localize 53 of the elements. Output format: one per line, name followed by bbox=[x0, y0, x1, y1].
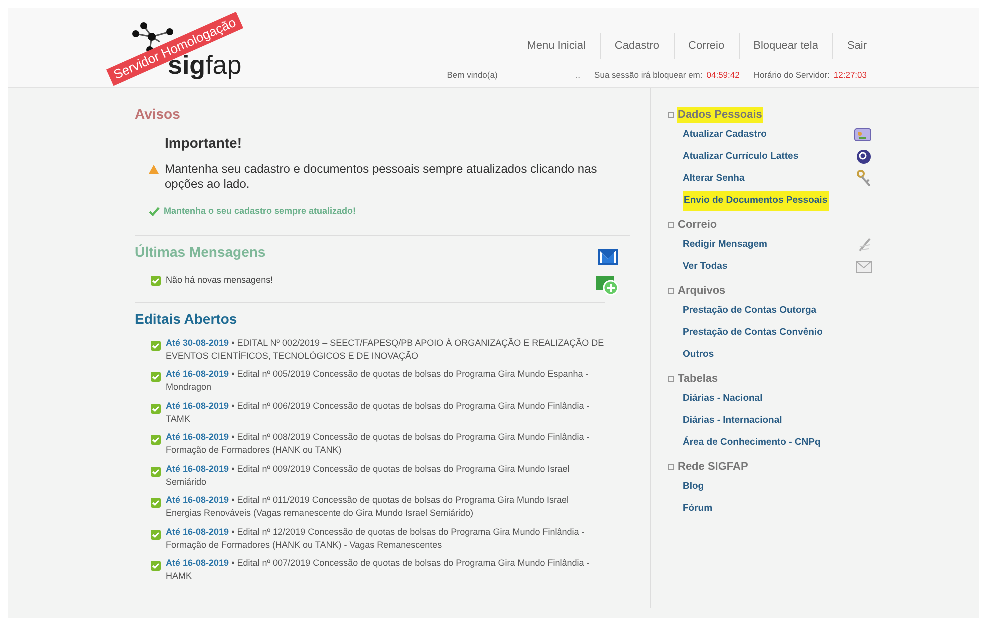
sidebar-link[interactable]: Atualizar Currículo Lattes bbox=[683, 150, 799, 164]
sidebar-link[interactable]: Envio de Documentos Pessoais bbox=[683, 190, 829, 212]
nav-link[interactable]: Cadastro bbox=[600, 33, 674, 59]
sidebar-heading: Dados Pessoais bbox=[677, 106, 764, 124]
deadline-link[interactable]: Até 16-08-2019 bbox=[166, 432, 230, 442]
sidebar-link[interactable]: Blog bbox=[683, 480, 704, 494]
sidebar-link[interactable]: Prestação de Contas Convênio bbox=[683, 326, 823, 340]
section-title: Editais Abertos bbox=[135, 310, 238, 328]
call-listing: Até 16-08-2019 • Edital nº 007/2019 Concessão de quotas de bolsas do Programa Gira Mundo Finlândia - HAMK bbox=[166, 557, 591, 583]
deadline-link[interactable]: Até 16-08-2019 bbox=[166, 369, 230, 379]
section-title: Avisos bbox=[135, 105, 182, 124]
nav-link[interactable]: Sair bbox=[832, 33, 867, 59]
session-timer: 04:59:42 bbox=[706, 69, 740, 82]
call-listing: Até 16-08-2019 • Edital nº 009/2019 Concessão de quotas de bolsas do Programa Gira Mundo Israel Semiárido bbox=[166, 462, 571, 488]
deadline-link[interactable]: Até 16-08-2019 bbox=[166, 464, 230, 474]
important-heading: Importante! bbox=[165, 134, 243, 153]
sidebar-heading: Correio bbox=[677, 218, 718, 233]
empty-messages-text: Não há novas mensagens! bbox=[166, 274, 274, 287]
session-label: Sua sessão irá bloquear em: bbox=[594, 69, 703, 82]
sidebar-link[interactable]: Área de Conhecimento - CNPq bbox=[683, 436, 821, 450]
status-text: Mantenha o seu cadastro sempre atualizado! bbox=[164, 205, 356, 218]
sidebar-link[interactable]: Diárias - Internacional bbox=[683, 414, 782, 428]
sidebar-heading: Arquivos bbox=[677, 284, 727, 299]
server-time-label: Horário do Servidor: bbox=[754, 69, 830, 82]
sidebar-link[interactable]: Diárias - Nacional bbox=[683, 392, 763, 406]
nav-link[interactable]: Bloquear tela bbox=[738, 33, 832, 59]
call-listing: Até 16-08-2019 • Edital nº 008/2019 Concessão de quotas de bolsas do Programa Gira Mundo Finlândia - Formação de Formadores (HANK ou TANK) bbox=[166, 431, 591, 457]
sidebar-heading: Rede SIGFAP bbox=[677, 460, 750, 475]
call-listing: Até 16-08-2019 • Edital nº 011/2019 Concessão de quotas de bolsas do Programa Gira Mundo Israel Energias Renováveis (Vagas remanescente do Gira Mundo Israel Semiárido) bbox=[166, 494, 570, 520]
nav-link[interactable]: Correio bbox=[674, 33, 739, 59]
sidebar-heading: Tabelas bbox=[677, 372, 720, 387]
deadline-link[interactable]: Até 16-08-2019 bbox=[166, 558, 230, 568]
server-time: 12:27:03 bbox=[834, 69, 867, 82]
sidebar-link[interactable]: Prestação de Contas Outorga bbox=[683, 304, 817, 318]
call-listing: Até 16-08-2019 • Edital nº 006/2019 Concessão de quotas de bolsas do Programa Gira Mundo Finlândia - TAMK bbox=[166, 400, 591, 426]
sidebar-link[interactable]: Atualizar Cadastro bbox=[683, 128, 767, 142]
sidebar-link[interactable]: Alterar Senha bbox=[683, 172, 745, 186]
notice-text: Mantenha seu cadastro e documentos pessoais sempre atualizados clicando nas opções ao lado. bbox=[165, 162, 598, 192]
sidebar-link[interactable]: Redigir Mensagem bbox=[683, 238, 768, 252]
deadline-link[interactable]: Até 16-08-2019 bbox=[166, 495, 230, 505]
nav-link[interactable]: Menu Inicial bbox=[513, 33, 600, 59]
welcome-ellipsis: .. bbox=[576, 69, 581, 82]
sidebar-link[interactable]: Outros bbox=[683, 348, 714, 362]
sidebar-link[interactable]: Fórum bbox=[683, 502, 713, 516]
deadline-link[interactable]: Até 16-08-2019 bbox=[166, 400, 230, 410]
welcome-text: Bem vindo(a) bbox=[447, 69, 498, 82]
call-listing: Até 16-08-2019 • Edital nº 005/2019 Concessão de quotas de bolsas do Programa Gira Mundo Espanha - Mondragon bbox=[166, 368, 590, 394]
section-title: Últimas Mensagens bbox=[135, 242, 266, 262]
call-listing: Até 16-08-2019 • Edital nº 12/2019 Concessão de quotas de bolsas do Programa Gira Mundo Finlândia - Formação de Formadores (HANK ou TANK) - Vagas Remanescentes bbox=[166, 526, 586, 552]
sidebar-link[interactable]: Ver Todas bbox=[683, 260, 728, 274]
deadline-link[interactable]: Até 30-08-2019 bbox=[166, 338, 230, 348]
call-listing: Até 30-08-2019 • EDITAL Nº 002/2019 – SEECT/FAPESQ/PB APOIO À ORGANIZAÇÃO E REALIZAÇÃO DE EVENTOS CIENTÍFICOS, TECNOLÓGICOS E DE INOVAÇÃO bbox=[166, 336, 605, 363]
deadline-link[interactable]: Até 16-08-2019 bbox=[166, 526, 230, 536]
